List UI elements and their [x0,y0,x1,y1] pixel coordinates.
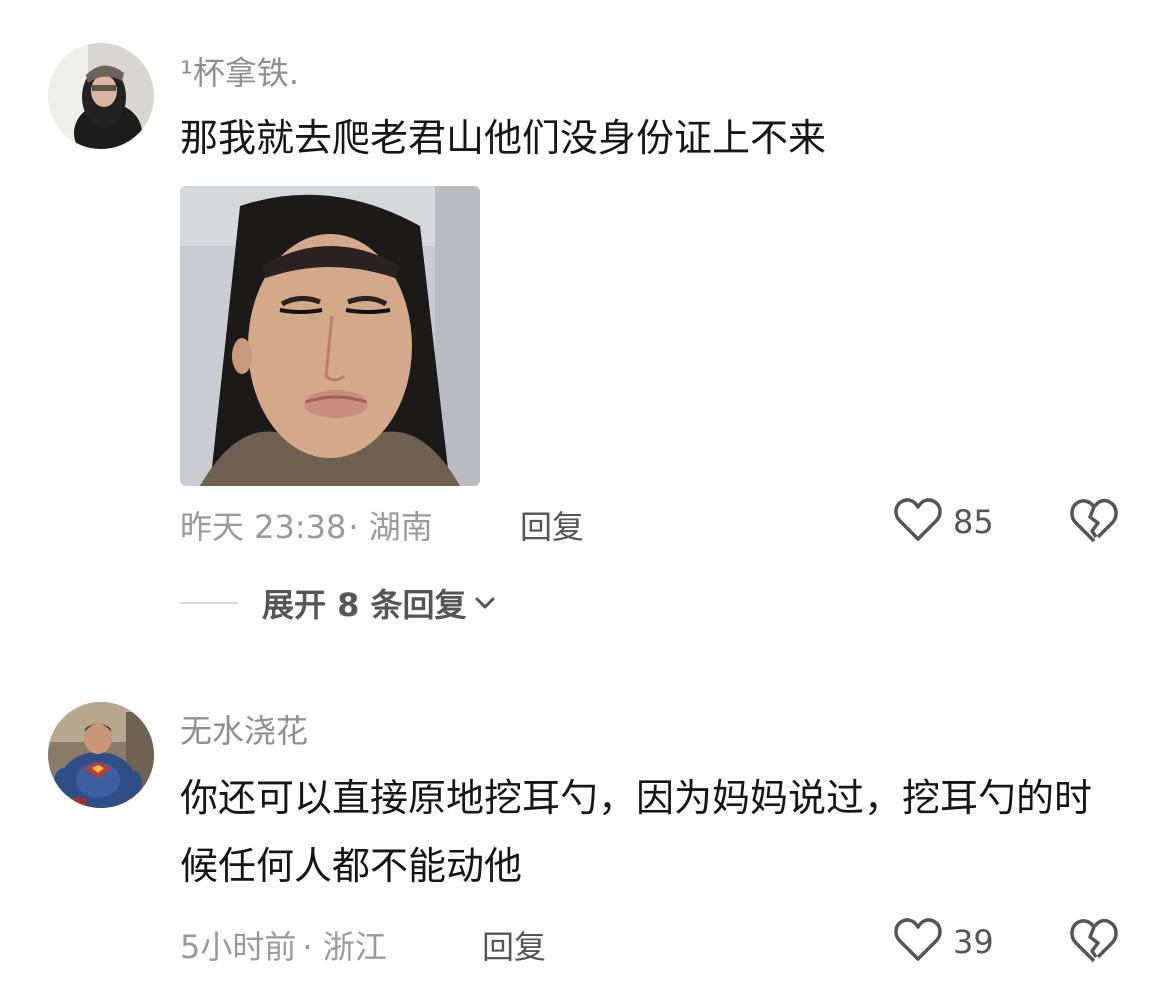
comment-meta: 5小时前 · 浙江 [180,922,387,968]
like-count: 39 [953,923,994,961]
reply-button[interactable]: 回复 [482,922,546,968]
comment-location: · 浙江 [302,928,387,966]
comment-item: 无水浇花 你还可以直接原地挖耳勺，因为妈妈说过，挖耳勺的时候任何人都不能动他 5… [0,0,1169,1004]
heart-outline-icon [893,917,943,967]
avatar[interactable] [48,702,154,808]
broken-heart-icon [1068,918,1120,969]
comment-time: 5小时前 [180,928,297,966]
like-button[interactable]: 39 [893,917,994,967]
comment-text: 你还可以直接原地挖耳勺，因为妈妈说过，挖耳勺的时候任何人都不能动他 [180,776,1093,888]
dislike-button[interactable] [1068,917,1120,967]
comment-username[interactable]: 无水浇花 [180,706,308,752]
